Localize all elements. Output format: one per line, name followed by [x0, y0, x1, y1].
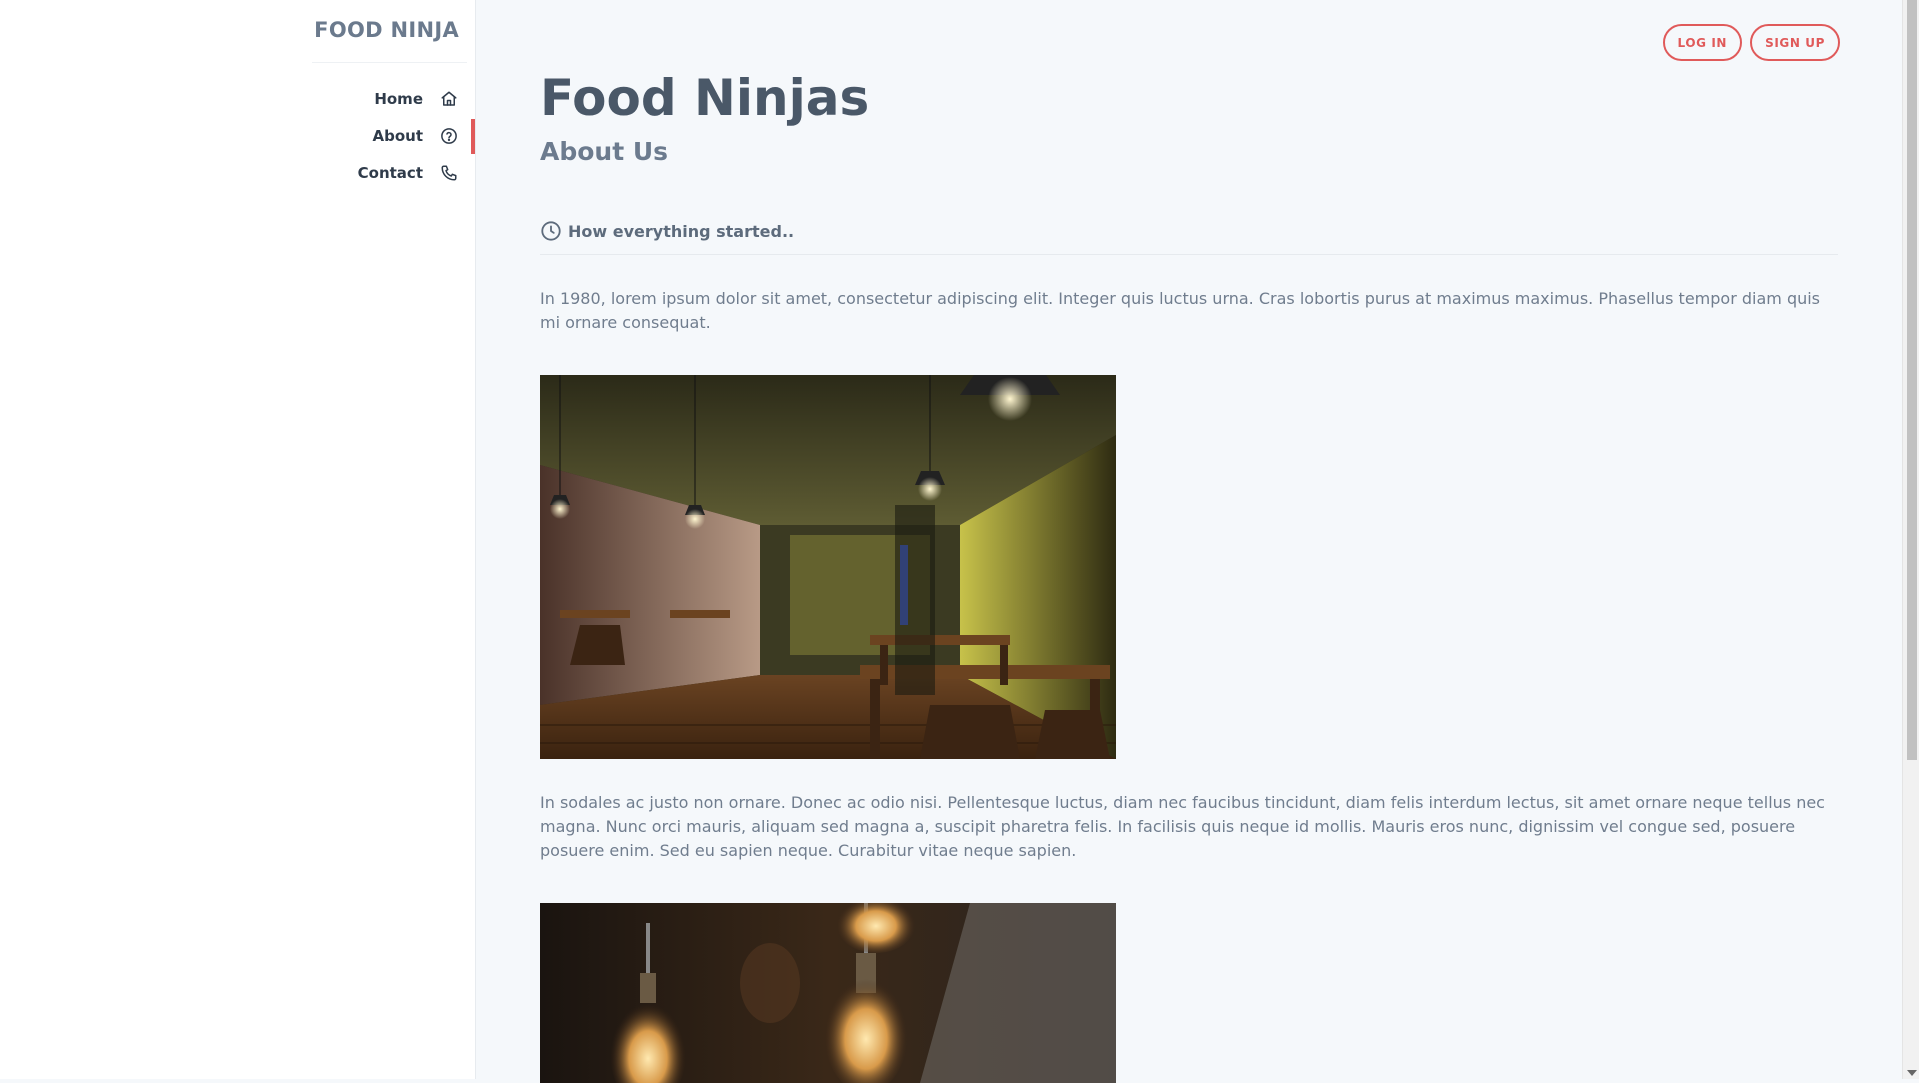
- brand-divider: [312, 62, 467, 63]
- sidebar-item-home[interactable]: Home: [275, 80, 475, 117]
- section-heading: How everything started..: [540, 220, 1838, 255]
- section-heading-text: How everything started..: [568, 221, 795, 241]
- sidebar-item-contact[interactable]: Contact: [275, 154, 475, 191]
- page-subtitle: About Us: [540, 137, 669, 166]
- sidebar-item-label: Home: [374, 89, 423, 108]
- sidebar-nav: Home About Contact: [275, 80, 475, 191]
- scrollbar-thumb[interactable]: [1907, 0, 1917, 760]
- intro-paragraph: In 1980, lorem ipsum dolor sit amet, con…: [540, 289, 1821, 332]
- light-bulbs-photo: [540, 903, 1116, 1083]
- restaurant-interior-photo: [540, 375, 1116, 759]
- history-paragraph: In sodales ac justo non ornare. Donec ac…: [540, 793, 1825, 860]
- login-button[interactable]: LOG IN: [1662, 24, 1743, 61]
- vertical-scrollbar[interactable]: [1902, 0, 1919, 1079]
- home-icon: [439, 89, 459, 109]
- brand-logo[interactable]: FOOD NINJA: [314, 18, 459, 42]
- sidebar: FOOD NINJA Home About Contact: [0, 0, 476, 1079]
- main-content: LOG IN SIGN UP Food Ninjas About Us How …: [476, 0, 1902, 1083]
- about-content: Food Ninjas About Us How everything star…: [540, 66, 1838, 1083]
- phone-icon: [439, 163, 459, 183]
- sidebar-item-label: About: [372, 126, 423, 145]
- clock-icon: [540, 220, 562, 242]
- page-title: Food Ninjas: [540, 69, 870, 127]
- auth-buttons: LOG IN SIGN UP: [1662, 24, 1840, 61]
- scroll-down-arrow-icon[interactable]: [1907, 1070, 1917, 1076]
- sidebar-item-label: Contact: [357, 163, 423, 182]
- sidebar-item-about[interactable]: About: [275, 117, 475, 154]
- signup-button[interactable]: SIGN UP: [1750, 24, 1840, 61]
- help-circle-icon: [439, 126, 459, 146]
